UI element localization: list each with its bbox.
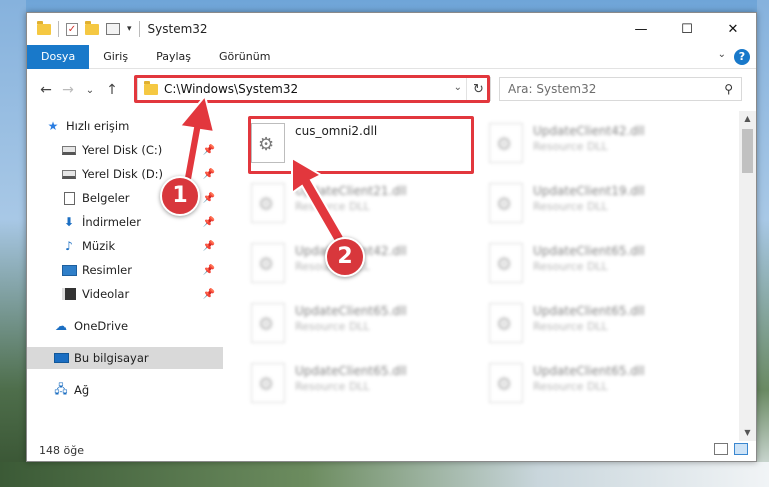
step-2-badge: 2 (325, 237, 365, 277)
step-1-badge: 1 (160, 176, 200, 216)
arrow-2 (291, 156, 346, 245)
arrow-1 (178, 93, 216, 187)
annotation-arrows (178, 93, 346, 245)
